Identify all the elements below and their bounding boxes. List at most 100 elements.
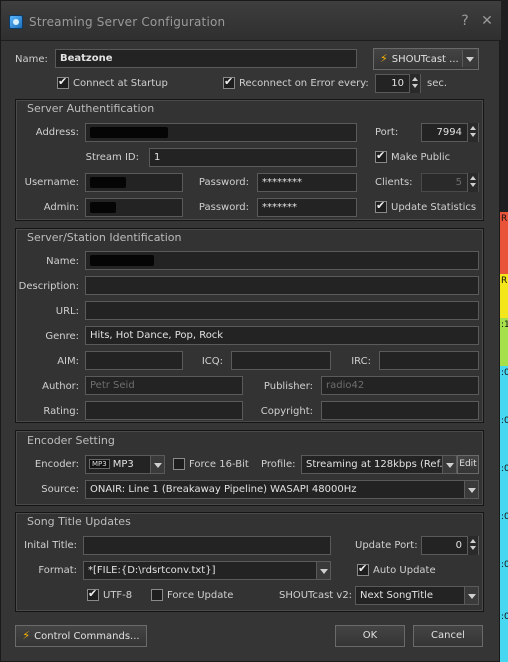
url-label: URL: <box>55 306 79 317</box>
background-window-strip: RE R :1 :0 :0 :0 :0 :0 :0 <box>500 0 508 662</box>
control-commands-label: Control Commands... <box>34 631 140 642</box>
copyright-label: Copyright: <box>260 406 313 417</box>
url-field[interactable] <box>85 301 479 320</box>
copyright-field[interactable] <box>321 401 479 420</box>
icq-field[interactable] <box>231 351 331 370</box>
chevron-down-icon <box>464 587 478 604</box>
icq-label: ICQ: <box>201 356 223 367</box>
reconnect-spinner[interactable] <box>409 74 420 93</box>
port-spinner[interactable] <box>467 123 478 142</box>
chevron-down-icon <box>442 456 456 473</box>
strip-cell: :1 <box>500 318 508 366</box>
song-title-title: Song Title Updates <box>27 515 131 528</box>
title-bar[interactable]: Streaming Server Configuration ? ✕ <box>1 1 501 41</box>
bolt-icon: ⚡ <box>22 629 31 642</box>
redacted-text <box>90 177 126 188</box>
strip-cell <box>500 0 508 212</box>
encoder-title: Encoder Setting <box>27 434 115 447</box>
address-field[interactable] <box>85 123 357 142</box>
publisher-field[interactable]: radio42 <box>321 376 479 395</box>
rating-field[interactable] <box>85 401 243 420</box>
make-public-label: Make Public <box>391 152 451 163</box>
genre-field[interactable]: Hits, Hot Dance, Pop, Rock <box>85 326 479 345</box>
make-public-checkbox[interactable] <box>375 149 387 163</box>
redacted-text <box>90 202 116 213</box>
edit-profile-button[interactable]: Edit <box>457 455 479 474</box>
source-dropdown[interactable]: ONAIR: Line 1 (Breakaway Pipeline) WASAP… <box>85 480 479 499</box>
admin-password-field[interactable]: ******* <box>257 198 357 217</box>
format-dropdown[interactable]: *[FILE:{D:\rdsrtconv.txt}] <box>83 561 331 580</box>
help-icon[interactable]: ? <box>457 13 473 29</box>
auto-update-label: Auto Update <box>373 565 436 576</box>
auto-update-checkbox[interactable] <box>357 562 369 576</box>
encoder-value: MP3 <box>112 459 134 470</box>
admin-field[interactable] <box>85 198 183 217</box>
force-16bit-checkbox[interactable] <box>173 458 185 470</box>
strip-cell: :0 <box>500 510 508 558</box>
bolt-icon: ⚡ <box>380 52 388 65</box>
update-port-label: Update Port: <box>355 540 418 551</box>
format-label: Format: <box>38 565 77 576</box>
server-type-value: SHOUTcast ... <box>391 54 459 65</box>
encoder-label: Encoder: <box>34 459 79 470</box>
aim-field[interactable] <box>85 351 183 370</box>
station-name-field[interactable] <box>85 251 479 270</box>
sec-label: sec. <box>427 78 448 89</box>
config-dialog: Streaming Server Configuration ? ✕ Name:… <box>0 0 501 662</box>
chevron-down-icon <box>464 481 478 498</box>
publisher-label: Publisher: <box>263 381 313 392</box>
shoutcast-v2-value: Next SongTitle <box>360 590 434 601</box>
name-label: Name: <box>15 54 48 65</box>
encoder-dropdown[interactable]: MP3 MP3 <box>85 455 165 474</box>
clients-spinner[interactable] <box>467 173 478 192</box>
name-field[interactable]: Beatzone <box>55 49 357 68</box>
profile-dropdown[interactable]: Streaming at 128kbps (Ref... <box>301 455 457 474</box>
chevron-down-icon <box>316 562 330 579</box>
strip-cell: :0 <box>500 462 508 510</box>
server-type-dropdown[interactable]: ⚡ SHOUTcast ... <box>373 48 479 70</box>
close-icon[interactable]: ✕ <box>479 13 495 29</box>
strip-cell: :0 <box>500 610 508 662</box>
author-label: Author: <box>42 381 79 392</box>
shoutcast-v2-label: SHOUTcast v2: <box>279 590 353 601</box>
stream-id-label: Stream ID: <box>85 152 139 163</box>
control-commands-button[interactable]: ⚡ Control Commands... <box>15 625 147 647</box>
initial-title-label: Inital Title: <box>24 540 77 551</box>
station-name-label: Name: <box>46 256 79 267</box>
format-value: *[FILE:{D:\rdsrtconv.txt}] <box>88 565 216 576</box>
server-auth-title: Server Authentification <box>27 102 155 115</box>
admin-label: Admin: <box>43 202 79 213</box>
stream-id-field[interactable]: 1 <box>149 148 357 167</box>
port-label: Port: <box>375 127 399 138</box>
strip-cell: :0 <box>500 366 508 414</box>
username-label: Username: <box>24 177 79 188</box>
cancel-button[interactable]: Cancel <box>413 625 483 647</box>
connect-at-startup-checkbox[interactable] <box>57 75 69 89</box>
password-label: Password: <box>198 177 249 188</box>
initial-title-field[interactable] <box>83 536 331 555</box>
rating-label: Rating: <box>43 406 79 417</box>
ok-button[interactable]: OK <box>335 625 405 647</box>
force-update-checkbox[interactable] <box>151 589 163 601</box>
force-16bit-label: Force 16-Bit <box>189 459 249 470</box>
password-field[interactable]: ******** <box>257 173 357 192</box>
source-label: Source: <box>41 484 79 495</box>
utf8-label: UTF-8 <box>103 590 133 601</box>
author-field[interactable]: Petr Seid <box>85 376 243 395</box>
profile-label: Profile: <box>261 459 296 470</box>
connect-at-startup-label: Connect at Startup <box>73 78 168 89</box>
description-field[interactable] <box>85 276 479 295</box>
source-value: ONAIR: Line 1 (Breakaway Pipeline) WASAP… <box>90 484 357 495</box>
irc-field[interactable] <box>379 351 479 370</box>
reconnect-checkbox[interactable] <box>223 75 235 89</box>
utf8-checkbox[interactable] <box>87 587 99 601</box>
strip-cell: R <box>500 274 508 318</box>
chevron-down-icon <box>150 456 164 473</box>
shoutcast-v2-dropdown[interactable]: Next SongTitle <box>355 586 479 605</box>
update-statistics-checkbox[interactable] <box>375 199 387 213</box>
update-port-spinner[interactable] <box>467 536 478 555</box>
force-update-label: Force Update <box>167 590 234 601</box>
username-field[interactable] <box>85 173 183 192</box>
aim-label: AIM: <box>57 356 79 367</box>
clients-label: Clients: <box>375 177 413 188</box>
